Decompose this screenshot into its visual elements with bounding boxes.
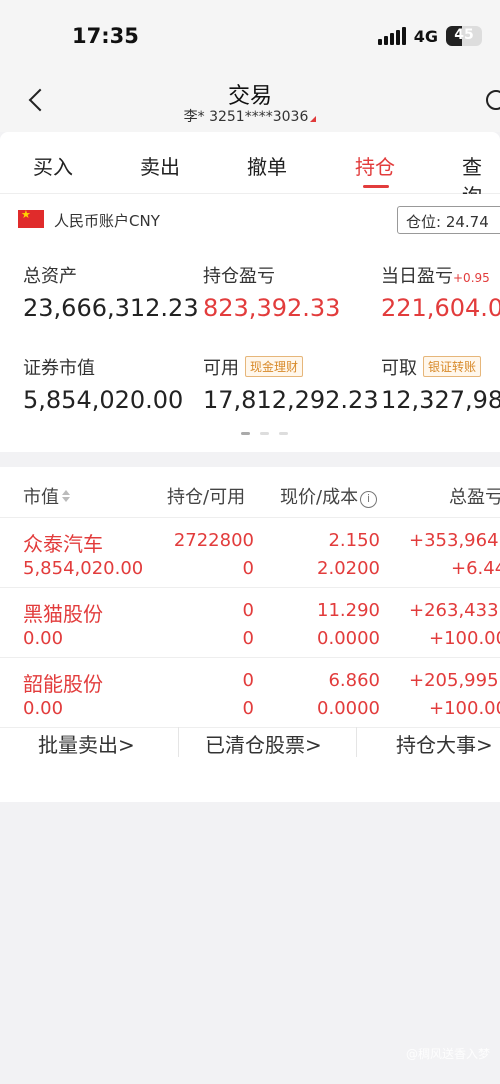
status-indicators: 4G 45: [377, 26, 482, 46]
column-total-pl: 总盈亏: [449, 487, 500, 508]
cash-management-tag[interactable]: 现金理财: [245, 356, 304, 377]
position-pl-label: 持仓盈亏: [203, 266, 275, 287]
daily-pl-label-text: 当日盈亏: [381, 266, 453, 287]
available-label: 可用 现金理财: [203, 354, 304, 380]
table-row[interactable]: 众泰汽车 5,854,020.00 2722800 0 2.150 2.0200…: [0, 518, 500, 588]
account-name: 人民币账户CNY: [54, 212, 160, 230]
china-flag-icon: [18, 208, 44, 228]
account-summary: 人民币账户CNY 仓位: 24.74 总资产 23,666,312.23 持仓盈…: [0, 194, 500, 452]
stock-position: 0: [242, 600, 254, 621]
tab-positions[interactable]: 持仓: [355, 151, 395, 180]
sort-icon: [62, 490, 70, 502]
signal-icon: [377, 27, 406, 45]
stock-position: 2722800: [173, 530, 254, 551]
stock-market-value: 5,854,020.00: [23, 558, 144, 579]
stock-name: 黑猫股份: [23, 602, 103, 626]
column-position: 持仓/可用: [167, 487, 246, 508]
page-dot: [241, 432, 250, 435]
trade-tabs: 买入 卖出 撤单 持仓 查询: [0, 132, 500, 208]
daily-pl-value: 221,604.00: [381, 294, 500, 322]
stock-pl-pct: +100.00: [429, 628, 500, 649]
network-type: 4G: [413, 26, 438, 46]
page-dot: [260, 432, 269, 435]
stock-price: 11.290: [317, 600, 380, 621]
position-pl-value: 823,392.33: [203, 294, 341, 322]
stock-price: 6.860: [328, 670, 380, 691]
tab-sell[interactable]: 卖出: [140, 151, 180, 180]
stock-name: 韶能股份: [23, 672, 103, 696]
active-tab-indicator: [363, 185, 389, 188]
stock-available: 0: [242, 558, 254, 579]
status-time: 17:35: [72, 24, 139, 48]
nav-header: 交易 李* 3251****3036: [0, 70, 500, 132]
stock-position: 0: [242, 670, 254, 691]
cleared-stocks-link[interactable]: 已清仓股票>: [205, 729, 322, 758]
battery-icon: 45: [446, 26, 482, 46]
daily-pl-label: 当日盈亏+0.95: [381, 262, 490, 288]
daily-pl-pct: +0.95: [453, 271, 490, 285]
account-dropdown-icon: [310, 116, 317, 122]
total-assets-value: 23,666,312.23: [23, 294, 199, 322]
column-price: 现价/成本 i: [280, 483, 378, 509]
stock-total-pl: +353,964.0: [409, 530, 500, 551]
page-dot: [279, 432, 288, 435]
stock-price: 2.150: [328, 530, 380, 551]
stock-cost: 2.0200: [317, 558, 380, 579]
available-label-text: 可用: [203, 358, 239, 379]
stock-pl-pct: +6.44: [451, 558, 500, 579]
tab-cancel[interactable]: 撤单: [247, 151, 287, 180]
stock-name: 众泰汽车: [23, 532, 103, 556]
status-bar: 17:35 4G 45: [0, 0, 500, 70]
tab-buy[interactable]: 买入: [33, 151, 73, 180]
page-indicator: [241, 432, 288, 435]
withdrawable-label-text: 可取: [381, 358, 417, 379]
stock-available: 0: [242, 628, 254, 649]
total-assets-label: 总资产: [23, 266, 77, 287]
column-market-value-label: 市值: [23, 487, 59, 508]
account-selector[interactable]: 李* 3251****3036: [0, 106, 500, 126]
table-row[interactable]: 黑猫股份 0.00 0 0 11.290 0.0000 +263,433.1 +…: [0, 588, 500, 658]
search-icon[interactable]: [486, 90, 500, 110]
withdrawable-value: 12,327,986: [381, 386, 500, 414]
stock-cost: 0.0000: [317, 628, 380, 649]
divider: [356, 727, 357, 757]
stock-market-value: 0.00: [23, 628, 64, 649]
column-price-label: 现价/成本: [280, 487, 359, 508]
withdrawable-label: 可取 银证转账: [381, 354, 482, 380]
watermark: @稠风送香入梦: [405, 1047, 490, 1061]
position-ratio-badge[interactable]: 仓位: 24.74: [397, 206, 500, 234]
bottom-actions: 批量卖出> 已清仓股票> 持仓大事>: [0, 709, 500, 779]
market-value-label: 证券市值: [23, 358, 95, 379]
battery-level: 45: [454, 27, 474, 43]
bank-transfer-tag[interactable]: 银证转账: [423, 356, 482, 377]
stock-total-pl: +205,995.2: [409, 670, 500, 691]
info-icon[interactable]: i: [360, 491, 378, 508]
holdings-table: 市值 持仓/可用 现价/成本 i 总盈亏 众泰汽车 5,854,020.00 27…: [0, 467, 500, 802]
position-events-link[interactable]: 持仓大事>: [396, 729, 493, 758]
stock-total-pl: +263,433.1: [409, 600, 500, 621]
column-market-value[interactable]: 市值: [23, 483, 70, 509]
batch-sell-link[interactable]: 批量卖出>: [38, 729, 135, 758]
account-number: 李* 3251****3036: [183, 109, 309, 125]
market-value-value: 5,854,020.00: [23, 386, 184, 414]
divider: [178, 727, 179, 757]
available-value: 17,812,292.23: [203, 386, 379, 414]
